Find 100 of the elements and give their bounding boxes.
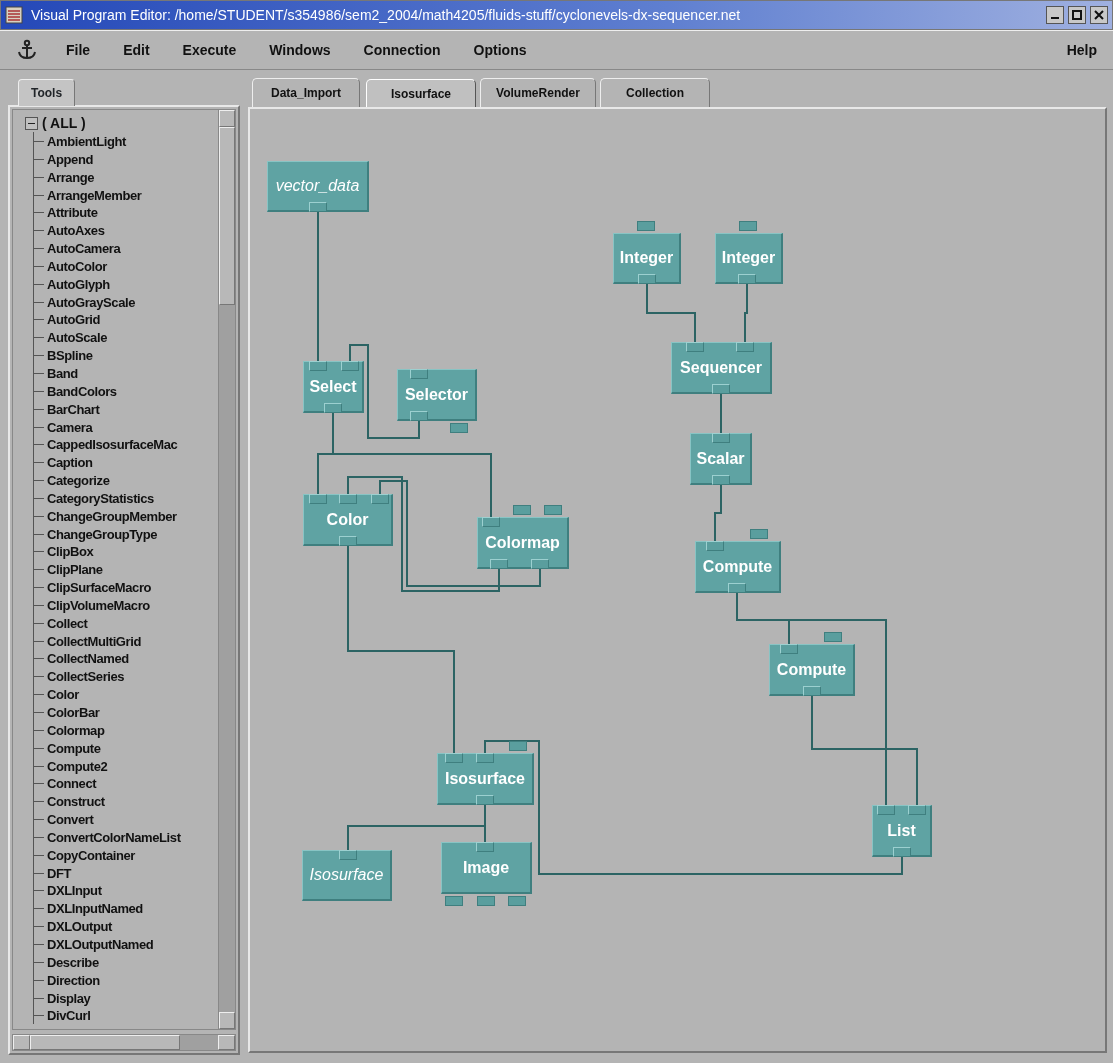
tool-item[interactable]: CollectNamed [47, 651, 129, 667]
page-tab[interactable]: VolumeRender [480, 78, 596, 107]
output-port[interactable] [324, 403, 342, 413]
input-port[interactable] [341, 361, 359, 371]
tree-root-item[interactable]: ( ALL ) [42, 112, 86, 134]
tool-item[interactable]: Compute2 [47, 758, 108, 774]
input-port[interactable] [780, 644, 798, 654]
tool-item[interactable]: AutoAxes [47, 223, 105, 239]
tool-item[interactable]: Camera [47, 419, 93, 435]
input-port[interactable] [482, 517, 500, 527]
output-port[interactable] [339, 536, 357, 546]
tool-item[interactable]: DFT [47, 865, 72, 881]
output-port[interactable] [728, 583, 746, 593]
input-port[interactable] [476, 842, 494, 852]
tool-item[interactable]: AmbientLight [47, 134, 126, 149]
tool-item[interactable]: AutoCamera [47, 241, 121, 257]
parameter-tab[interactable] [739, 221, 757, 231]
parameter-tab[interactable] [637, 221, 655, 231]
output-port[interactable] [738, 274, 756, 284]
input-port[interactable] [877, 805, 895, 815]
help-menu[interactable]: Help [1066, 37, 1097, 63]
parameter-tab[interactable] [544, 505, 562, 515]
sidebar-tab[interactable]: Tools [18, 79, 76, 106]
anchor-icon[interactable] [16, 39, 38, 61]
tool-item[interactable]: AutoGlyph [47, 276, 110, 292]
input-port[interactable] [908, 805, 926, 815]
tool-item[interactable]: Describe [47, 954, 99, 970]
parameter-tab[interactable] [450, 423, 468, 433]
input-port[interactable] [736, 342, 754, 352]
parameter-tab[interactable] [477, 896, 495, 906]
tool-item[interactable]: AutoGrayScale [47, 294, 135, 310]
tool-item[interactable]: AutoScale [47, 330, 107, 346]
tool-item[interactable]: Compute [47, 740, 101, 756]
output-port[interactable] [712, 384, 730, 394]
input-port[interactable] [339, 494, 357, 504]
tool-item[interactable]: BSpline [47, 348, 93, 364]
parameter-tab[interactable] [750, 529, 768, 539]
input-port[interactable] [706, 541, 724, 551]
tool-item[interactable]: ChangeGroupType [47, 526, 158, 542]
tool-item[interactable]: AutoColor [47, 258, 107, 274]
tool-item[interactable]: Connect [47, 776, 97, 792]
tool-item[interactable]: ClipBox [47, 544, 94, 560]
output-port[interactable] [410, 411, 428, 421]
output-port[interactable] [490, 559, 508, 569]
tool-item[interactable]: CategoryStatistics [47, 490, 154, 506]
input-port[interactable] [410, 369, 428, 379]
parameter-tab[interactable] [509, 741, 527, 751]
output-port[interactable] [803, 686, 821, 696]
output-port[interactable] [893, 847, 911, 857]
input-port[interactable] [712, 433, 730, 443]
parameter-tab[interactable] [824, 632, 842, 642]
tool-item[interactable]: Collect [47, 615, 88, 631]
input-port[interactable] [476, 753, 494, 763]
output-port[interactable] [309, 202, 327, 212]
input-port[interactable] [686, 342, 704, 352]
menu-item[interactable]: Connection [363, 37, 441, 63]
tool-item[interactable]: Categorize [47, 473, 110, 489]
tool-item[interactable]: Direction [47, 972, 100, 988]
tool-item[interactable]: DXLOutput [47, 919, 112, 935]
minimize-button[interactable] [1046, 6, 1064, 24]
tool-item[interactable]: Construct [47, 794, 105, 810]
page-tab[interactable]: Isosurface [366, 79, 476, 108]
page-tab[interactable]: Collection [600, 78, 710, 107]
horizontal-scrollbar[interactable] [12, 1034, 236, 1051]
tool-item[interactable]: BandColors [47, 383, 117, 399]
tool-item[interactable]: ArrangeMember [47, 187, 142, 203]
tool-item[interactable]: CollectMultiGrid [47, 633, 141, 649]
close-button[interactable] [1090, 6, 1108, 24]
tool-item[interactable]: ClipVolumeMacro [47, 597, 150, 613]
vertical-scrollbar[interactable] [218, 110, 235, 1029]
menu-item[interactable]: Options [473, 37, 527, 63]
tool-item[interactable]: DXLInput [47, 883, 102, 899]
menu-item[interactable]: File [66, 37, 91, 63]
maximize-button[interactable] [1068, 6, 1086, 24]
output-port[interactable] [476, 795, 494, 805]
tool-item[interactable]: CappedIsosurfaceMac [47, 437, 178, 453]
menu-item[interactable]: Windows [269, 37, 331, 63]
parameter-tab[interactable] [508, 896, 526, 906]
input-port[interactable] [371, 494, 389, 504]
tool-item[interactable]: Band [47, 365, 78, 381]
parameter-tab[interactable] [513, 505, 531, 515]
input-port[interactable] [339, 850, 357, 860]
tool-item[interactable]: AutoGrid [47, 312, 101, 328]
tool-item[interactable]: Display [47, 990, 91, 1006]
input-port[interactable] [309, 494, 327, 504]
tool-item[interactable]: DXLInputNamed [47, 901, 143, 917]
input-port[interactable] [445, 753, 463, 763]
menu-item[interactable]: Execute [182, 37, 237, 63]
collapse-icon[interactable] [25, 116, 38, 130]
window-menu-icon[interactable] [5, 6, 23, 24]
tool-item[interactable]: Arrange [47, 169, 95, 185]
tool-item[interactable]: Colormap [47, 722, 105, 738]
tool-item[interactable]: ChangeGroupMember [47, 508, 177, 524]
tool-item[interactable]: ColorBar [47, 705, 100, 720]
page-tab[interactable]: Data_Import [252, 78, 360, 107]
tool-item[interactable]: Color [47, 687, 79, 703]
output-port[interactable] [531, 559, 549, 569]
tool-item[interactable]: Convert [47, 812, 94, 828]
tool-item[interactable]: DXLOutputNamed [47, 936, 154, 952]
tool-item[interactable]: ConvertColorNameList [47, 829, 181, 845]
